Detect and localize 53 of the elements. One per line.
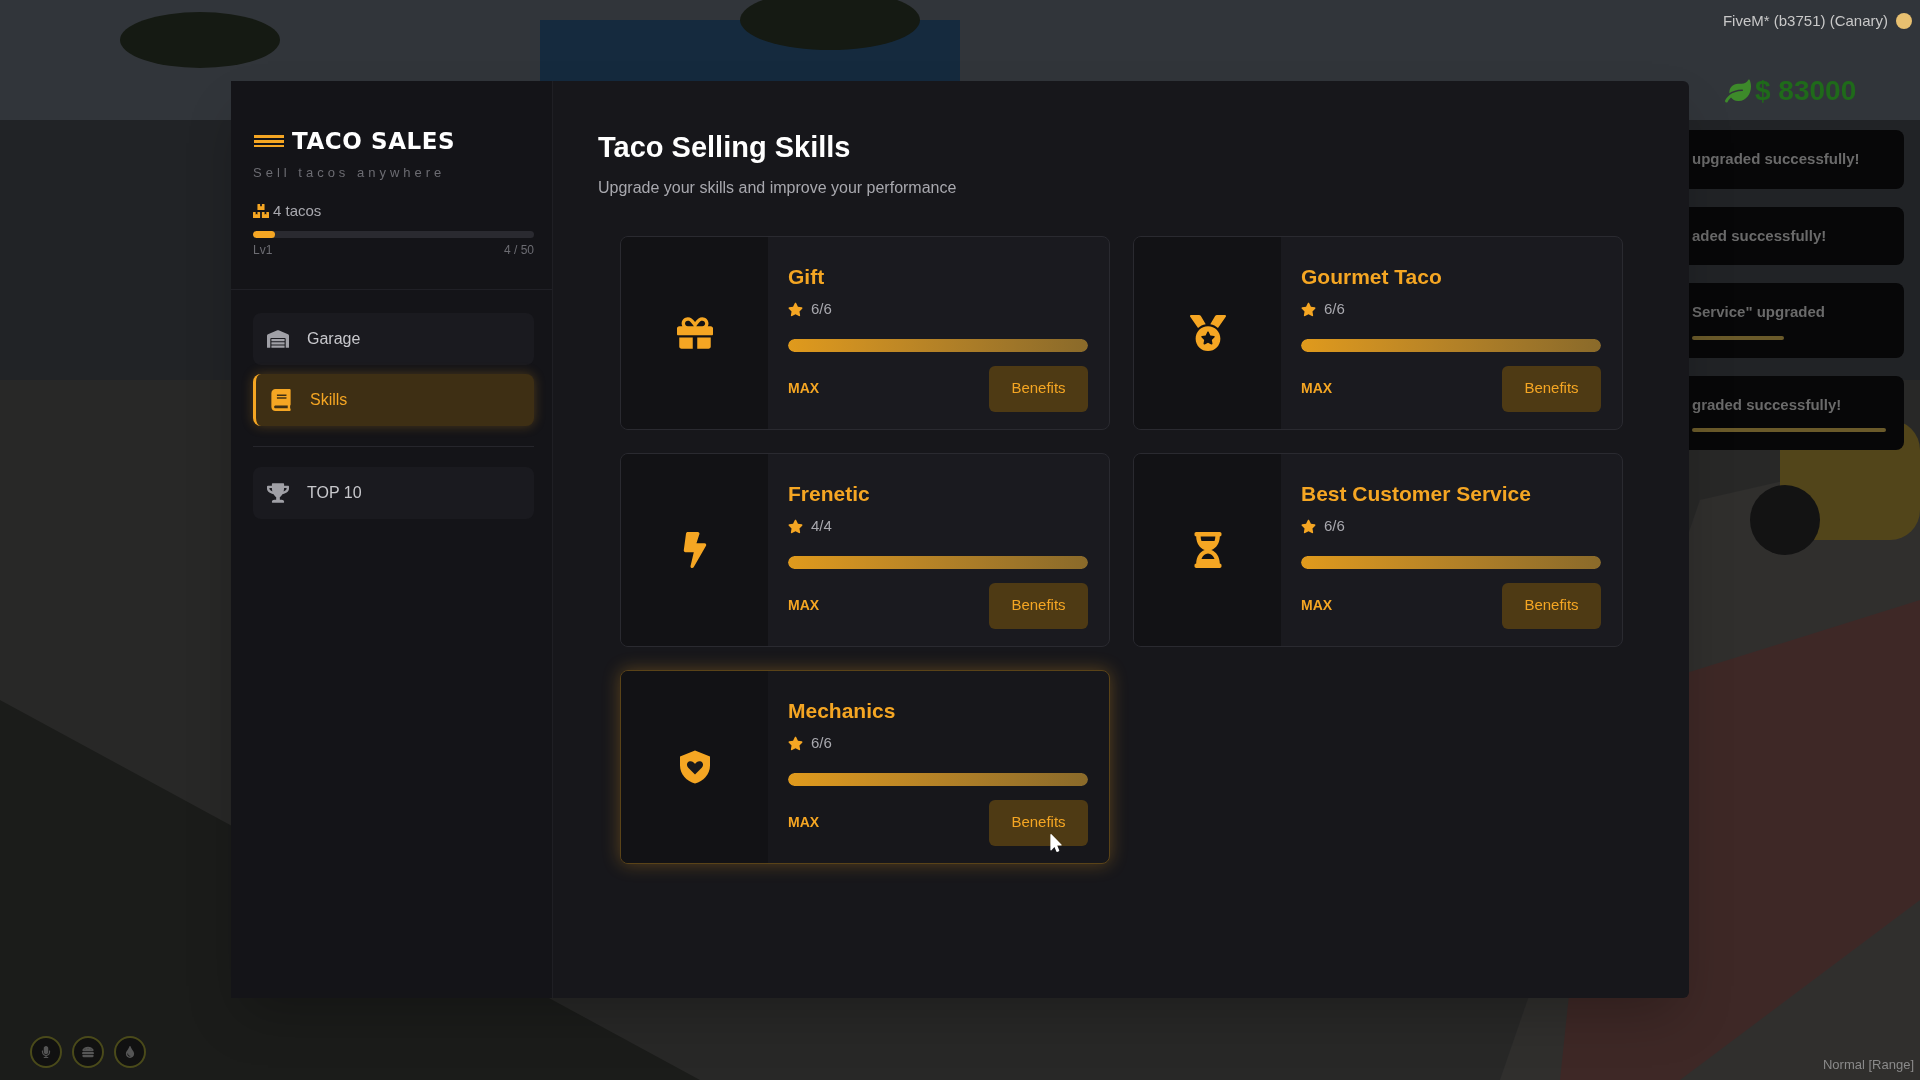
nav-item[interactable]: TOP 10 — [253, 466, 534, 519]
client-title: FiveM* (b3751) (Canary) — [1722, 11, 1888, 31]
taco-logo-icon — [254, 135, 284, 148]
skill-rating: 6/6 — [811, 299, 832, 319]
level-label: Lv1 — [253, 241, 273, 259]
notification-text: Service" upgraded — [1692, 302, 1826, 322]
skill-name: Mechanics — [788, 697, 897, 724]
skill-status: MAX — [1301, 379, 1333, 398]
level-count: 4 / 50 — [503, 241, 534, 259]
skill-name: Frenetic — [788, 480, 871, 507]
boxes-icon — [253, 203, 269, 220]
medal-icon — [1189, 314, 1226, 351]
page-title: Taco Selling Skills — [598, 130, 852, 165]
nav-item[interactable]: Garage — [253, 312, 534, 365]
star-icon — [1301, 518, 1316, 534]
burger-icon — [82, 1046, 94, 1058]
cursor-icon — [1049, 833, 1063, 852]
app-subtitle: Sell tacos anywhere — [253, 163, 447, 182]
benefits-button[interactable]: Benefits — [1502, 582, 1601, 629]
skill-status: MAX — [788, 379, 820, 398]
drop-icon — [124, 1046, 136, 1058]
notification-text: graded successfully! — [1692, 394, 1843, 415]
skill-rating: 4/4 — [811, 516, 832, 536]
microphone-icon — [40, 1046, 52, 1058]
notification-text: upgraded successfully! — [1692, 149, 1861, 169]
skill-rating: 6/6 — [1324, 516, 1345, 536]
gift-icon — [676, 314, 713, 351]
skill-status: MAX — [788, 596, 820, 615]
skill-status: MAX — [1301, 596, 1333, 615]
benefits-button[interactable]: Benefits — [989, 582, 1088, 629]
skill-rating: 6/6 — [811, 733, 832, 753]
page-subtitle: Upgrade your skills and improve your performance — [598, 177, 958, 198]
voice-mode-label: Normal [Range] — [1822, 1055, 1914, 1074]
taco-count: 4 tacos — [273, 201, 322, 221]
skill-name: Best Customer Service — [1301, 480, 1532, 507]
star-icon — [1301, 301, 1316, 317]
benefits-button[interactable]: Benefits — [989, 799, 1088, 846]
leaf-icon — [1725, 78, 1751, 104]
trophy-icon — [267, 481, 289, 504]
skill-rating: 6/6 — [1324, 299, 1345, 319]
star-icon — [788, 518, 803, 534]
notification-text: aded successfully! — [1692, 225, 1828, 246]
skill-name: Gift — [788, 263, 826, 290]
star-icon — [788, 301, 803, 317]
star-icon — [788, 735, 803, 751]
benefits-button[interactable]: Benefits — [1502, 365, 1601, 412]
app-title: TACO SALES — [292, 127, 456, 156]
nav-item[interactable]: Skills — [253, 373, 534, 426]
benefits-button[interactable]: Benefits — [989, 365, 1088, 412]
skill-name: Gourmet Taco — [1301, 263, 1443, 290]
skill-status: MAX — [788, 813, 820, 832]
book-icon — [270, 388, 292, 411]
garage-icon — [267, 327, 289, 350]
